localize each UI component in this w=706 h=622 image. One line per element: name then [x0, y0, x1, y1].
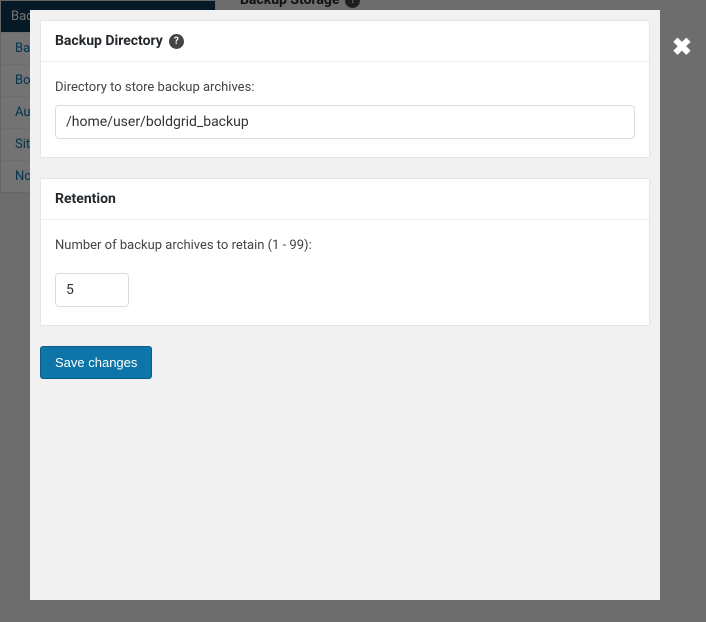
retention-label: Number of backup archives to retain (1 -… — [55, 238, 635, 253]
card-header: Retention — [41, 179, 649, 220]
help-icon[interactable]: ? — [169, 34, 184, 49]
card-title: Retention — [55, 191, 116, 207]
card-body: Number of backup archives to retain (1 -… — [41, 220, 649, 325]
retention-input[interactable] — [55, 273, 129, 307]
backup-directory-card: Backup Directory ? Directory to store ba… — [40, 20, 650, 158]
directory-input[interactable] — [55, 105, 635, 139]
close-icon[interactable]: ✖ — [672, 35, 692, 59]
card-header: Backup Directory ? — [41, 21, 649, 62]
save-button[interactable]: Save changes — [40, 346, 152, 379]
retention-card: Retention Number of backup archives to r… — [40, 178, 650, 326]
card-title: Backup Directory — [55, 33, 163, 49]
directory-label: Directory to store backup archives: — [55, 80, 635, 95]
modal-dialog: Backup Directory ? Directory to store ba… — [30, 10, 660, 600]
card-body: Directory to store backup archives: — [41, 62, 649, 157]
